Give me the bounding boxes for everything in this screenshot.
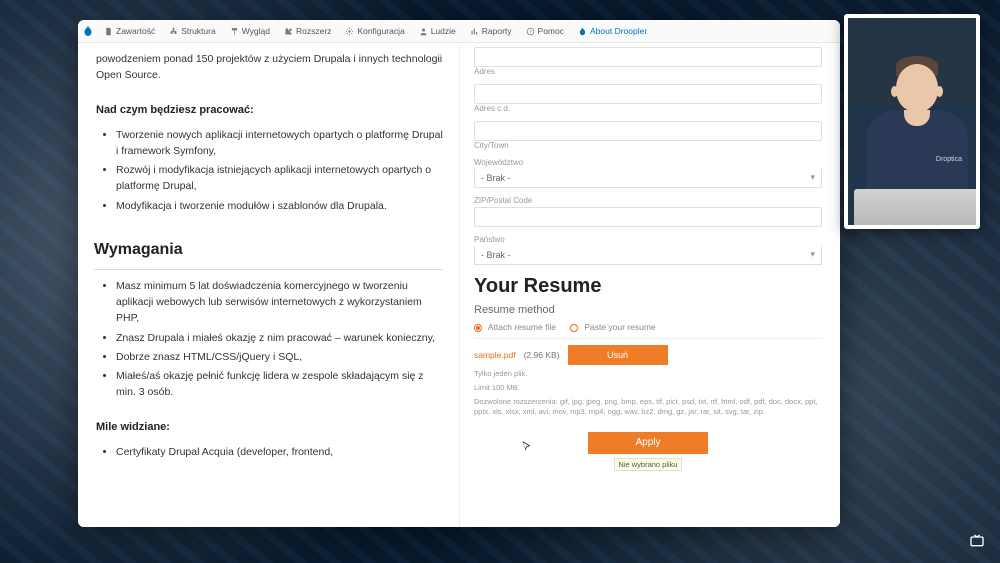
browser-window: Zawartość Struktura Wygląd Rozszerz Konf…	[78, 20, 840, 527]
city-field-group: City/Town	[474, 121, 822, 150]
country-label: Państwo	[474, 235, 822, 244]
file-size: (2.96 KB)	[524, 350, 560, 360]
admin-item-label: Pomoc	[538, 26, 564, 36]
list-item: Masz minimum 5 lat doświadczenia komercy…	[116, 278, 443, 327]
radio-label: Attach resume file	[488, 322, 556, 332]
list-item: Rozwój i modyfikacja istniejących aplika…	[116, 162, 443, 195]
uploaded-file-row: sample.pdf (2.96 KB) Usuń	[474, 345, 822, 365]
puzzle-icon	[284, 27, 293, 36]
list-item: Modyfikacja i tworzenie modułów i szablo…	[116, 198, 443, 214]
file-status-tooltip: Nie wybrano pliku	[614, 458, 681, 471]
paint-icon	[230, 27, 239, 36]
job-description-panel: powodzeniem ponad 150 projektów z użycie…	[78, 43, 459, 527]
picture-in-picture-icon[interactable]	[968, 533, 986, 549]
admin-item-about-droopler[interactable]: About Droopler	[572, 26, 653, 36]
apply-button[interactable]: Apply	[588, 432, 708, 454]
droopler-icon	[578, 27, 587, 36]
application-form-panel: Adres Adres c.d. City/Town Województwo -…	[459, 43, 840, 527]
drupal-logo-icon[interactable]	[82, 25, 94, 37]
work-list: Tworzenie nowych aplikacji internetowych…	[94, 127, 443, 214]
shirt-logo: Droptica	[936, 156, 962, 163]
admin-item-label: Zawartość	[116, 26, 155, 36]
city-input[interactable]	[474, 121, 822, 141]
zip-field-group: ZIP/Postal Code	[474, 196, 822, 227]
list-item: Znasz Drupala i miałeś okazję z nim prac…	[116, 330, 443, 346]
admin-item-label: Rozszerz	[296, 26, 331, 36]
address-field-group: Adres	[474, 47, 822, 76]
admin-item-help[interactable]: ? Pomoc	[520, 26, 570, 36]
page-content: powodzeniem ponad 150 projektów z użycie…	[78, 43, 840, 527]
resume-heading: Your Resume	[474, 275, 822, 298]
province-field-group: Województwo - Brak -	[474, 158, 822, 188]
admin-item-config[interactable]: Konfiguracja	[339, 26, 410, 36]
address2-label: Adres c.d.	[474, 104, 822, 113]
province-label: Województwo	[474, 158, 822, 167]
reports-icon	[470, 27, 479, 36]
file-name-link[interactable]: sample.pdf	[474, 350, 516, 360]
country-select[interactable]: - Brak -	[474, 246, 822, 265]
admin-toolbar: Zawartość Struktura Wygląd Rozszerz Konf…	[78, 20, 840, 43]
help-icon: ?	[526, 27, 535, 36]
list-item: Tworzenie nowych aplikacji internetowych…	[116, 127, 443, 160]
svg-text:?: ?	[529, 29, 532, 34]
address2-input[interactable]	[474, 84, 822, 104]
file-meta-2: Limit 100 MB.	[474, 383, 822, 393]
laptop-lid	[854, 189, 980, 225]
province-select[interactable]: - Brak -	[474, 169, 822, 188]
person-icon	[419, 27, 428, 36]
admin-item-label: Struktura	[181, 26, 216, 36]
admin-item-reports[interactable]: Raporty	[464, 26, 518, 36]
nice-to-have-list: Certyfikaty Drupal Acquia (developer, fr…	[94, 444, 443, 460]
address-label: Adres	[474, 67, 822, 76]
person-head	[896, 64, 938, 112]
address-input[interactable]	[474, 47, 822, 67]
hierarchy-icon	[169, 27, 178, 36]
radio-attach[interactable]: Attach resume file	[474, 322, 556, 332]
admin-item-label: Raporty	[482, 26, 512, 36]
list-item: Certyfikaty Drupal Acquia (developer, fr…	[116, 444, 443, 460]
radio-icon	[570, 324, 578, 332]
work-heading: Nad czym będziesz pracować:	[96, 102, 443, 119]
person-ear	[891, 86, 898, 97]
admin-item-label: Konfiguracja	[357, 26, 404, 36]
file-icon	[104, 27, 113, 36]
radio-label: Paste your resume	[584, 322, 655, 332]
person-ear	[936, 86, 943, 97]
radio-paste[interactable]: Paste your resume	[570, 322, 656, 332]
webcam-overlay: Droptica	[844, 14, 980, 229]
delete-file-button[interactable]: Usuń	[568, 345, 668, 365]
country-field-group: Państwo - Brak -	[474, 235, 822, 265]
requirements-list: Masz minimum 5 lat doświadczenia komercy…	[94, 278, 443, 401]
requirements-heading: Wymagania	[94, 238, 443, 270]
admin-item-people[interactable]: Ludzie	[413, 26, 462, 36]
admin-item-label: Ludzie	[431, 26, 456, 36]
admin-item-label: Wygląd	[242, 26, 270, 36]
admin-item-structure[interactable]: Struktura	[163, 26, 222, 36]
nice-to-have-heading: Mile widziane:	[96, 419, 443, 436]
radio-icon	[474, 324, 482, 332]
gear-icon	[345, 27, 354, 36]
admin-item-label: About Droopler	[590, 26, 647, 36]
admin-item-content[interactable]: Zawartość	[98, 26, 161, 36]
city-label: City/Town	[474, 141, 822, 150]
resume-method-options: Attach resume file Paste your resume	[474, 322, 822, 332]
admin-item-appearance[interactable]: Wygląd	[224, 26, 276, 36]
address2-field-group: Adres c.d.	[474, 84, 822, 113]
file-meta-3: Dozwolone rozszerzenia: gif, jpg, jpeg, …	[474, 397, 822, 417]
resume-method-label: Resume method	[474, 304, 822, 316]
list-item: Miałeś/aś okazję pełnić funkcję lidera w…	[116, 368, 443, 401]
intro-text: powodzeniem ponad 150 projektów z użycie…	[96, 51, 443, 84]
zip-input[interactable]	[474, 207, 822, 227]
file-meta-1: Tylko jeden plik.	[474, 369, 822, 379]
zip-label: ZIP/Postal Code	[474, 196, 822, 205]
divider	[474, 338, 822, 339]
list-item: Dobrze znasz HTML/CSS/jQuery i SQL,	[116, 349, 443, 365]
admin-item-extend[interactable]: Rozszerz	[278, 26, 337, 36]
